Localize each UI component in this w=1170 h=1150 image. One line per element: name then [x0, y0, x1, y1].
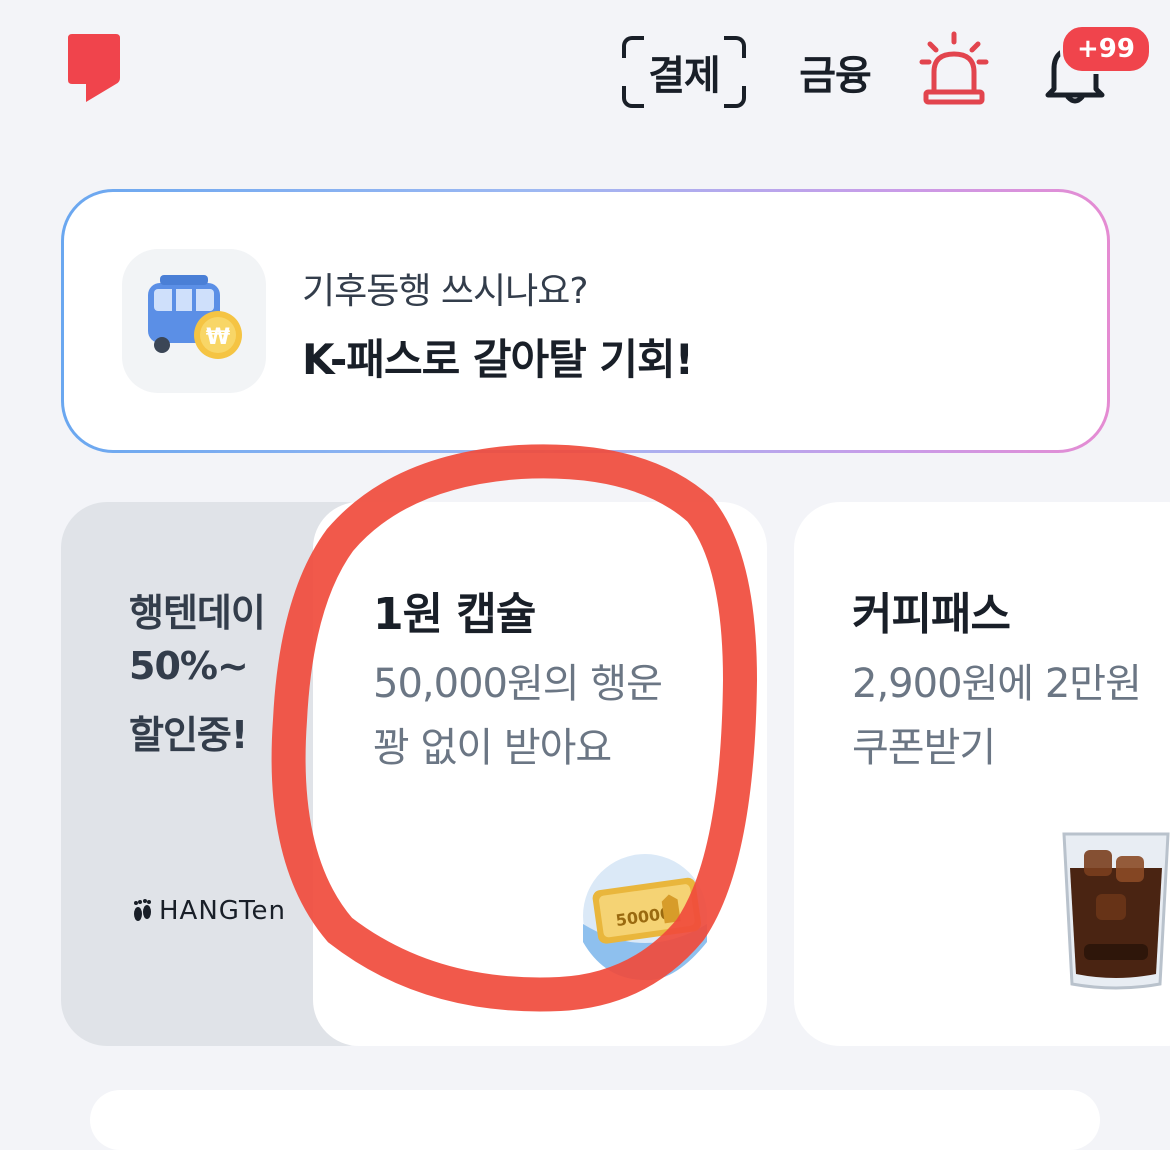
pay-label: 결제	[648, 53, 721, 99]
pay-button[interactable]: 결제	[622, 36, 746, 108]
notification-badge: +99	[1060, 24, 1152, 74]
capsule-money-image: 50000	[583, 854, 707, 981]
capsule-card[interactable]: 1원 캡슐 50,000원의 행운 꽝 없이 받아요 50000	[313, 502, 767, 1046]
svg-text:₩: ₩	[206, 325, 230, 350]
brand-text: HANGTen	[159, 896, 286, 926]
app-logo	[66, 34, 126, 106]
promo-question: 기후동행 쓰시나요?	[302, 271, 589, 312]
alarm-siren-button[interactable]	[918, 30, 990, 110]
card-subtitle-line: 꽝 없이 받아요	[373, 725, 612, 771]
footprint-icon	[134, 899, 151, 921]
siren-icon	[919, 31, 989, 105]
promo-title: K-패스로 갈아탈 기회!	[302, 335, 694, 384]
card-subtitle-line: 2,900원에 2만원	[852, 661, 1142, 707]
card-line: 50%~	[129, 644, 249, 688]
bus-coin-icon: ₩	[122, 249, 266, 393]
finance-label: 금융	[799, 53, 872, 99]
iced-coffee-image	[1062, 832, 1170, 990]
hangten-logo: HANGTen	[131, 896, 286, 926]
kpass-promo-banner[interactable]: ₩ 기후동행 쓰시나요? K-패스로 갈아탈 기회!	[61, 189, 1110, 453]
next-card-peek	[90, 1090, 1100, 1150]
card-line: 행텐데이	[129, 591, 266, 635]
card-subtitle-line: 50,000원의 행운	[373, 661, 663, 707]
finance-button[interactable]: 금융	[790, 36, 880, 108]
card-line: 할인중!	[129, 713, 248, 757]
coffee-pass-card[interactable]: 커피패스 2,900원에 2만원 쿠폰받기	[794, 502, 1170, 1046]
card-subtitle-line: 쿠폰받기	[852, 725, 996, 771]
card-title: 1원 캡슐	[373, 589, 536, 640]
card-title: 커피패스	[852, 589, 1011, 640]
